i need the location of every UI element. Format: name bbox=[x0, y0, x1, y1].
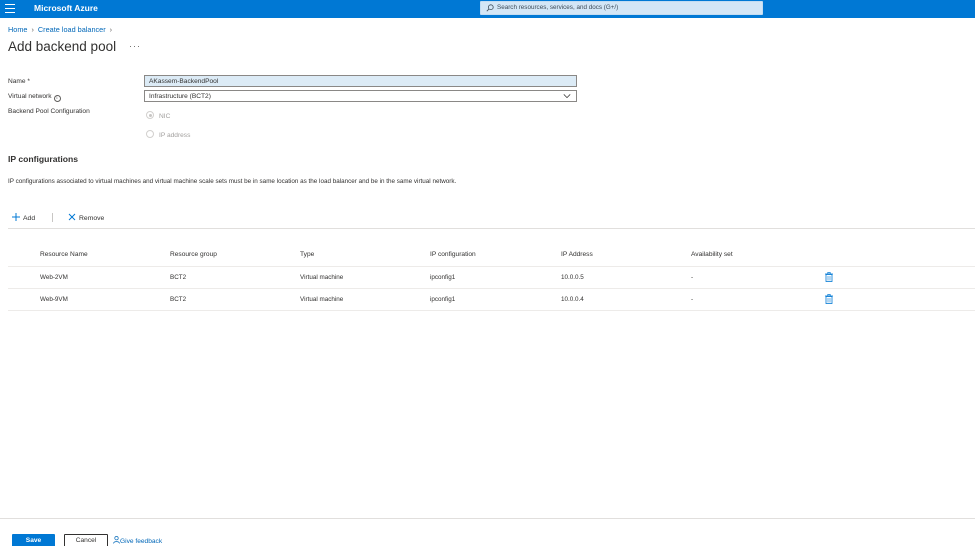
remove-label: Remove bbox=[79, 215, 105, 222]
give-feedback-label: Give feedback bbox=[120, 538, 163, 545]
nic-radio[interactable] bbox=[146, 111, 154, 119]
cell-availability-set: - bbox=[691, 296, 694, 303]
page-title: Add backend pool bbox=[8, 39, 117, 54]
breadcrumb-separator: › bbox=[109, 25, 113, 34]
name-input[interactable]: AKassem-BackendPool bbox=[144, 75, 577, 87]
virtual-network-select[interactable]: Infrastructure (BCT2) bbox=[144, 90, 577, 102]
search-icon bbox=[486, 4, 494, 12]
virtual-network-label-row: Virtual network i bbox=[8, 93, 61, 102]
backend-pool-config-label: Backend Pool Configuration bbox=[8, 108, 90, 115]
footer-divider bbox=[0, 518, 975, 519]
global-search-input[interactable]: Search resources, services, and docs (G+… bbox=[480, 1, 763, 15]
cell-resource-group: BCT2 bbox=[170, 274, 187, 281]
breadcrumb: Home › Create load balancer › bbox=[8, 25, 116, 34]
name-label: Name * bbox=[8, 78, 30, 85]
cell-resource-name: Web-9VM bbox=[40, 296, 68, 303]
cell-resource-group: BCT2 bbox=[170, 296, 187, 303]
cancel-button[interactable]: Cancel bbox=[64, 534, 108, 546]
ip-configurations-heading: IP configurations bbox=[8, 154, 79, 164]
save-button[interactable]: Save bbox=[12, 534, 55, 546]
table-header-row bbox=[8, 244, 975, 267]
info-icon[interactable]: i bbox=[53, 95, 61, 102]
breadcrumb-home[interactable]: Home bbox=[8, 25, 27, 34]
virtual-network-label: Virtual network bbox=[8, 93, 52, 100]
brand-label[interactable]: Microsoft Azure bbox=[34, 3, 98, 13]
cell-ip-configuration: ipconfig1 bbox=[430, 296, 456, 303]
close-icon bbox=[68, 213, 76, 221]
add-icon bbox=[12, 213, 20, 221]
table-row[interactable]: Web-9VM BCT2 Virtual machine ipconfig1 1… bbox=[8, 289, 975, 311]
more-options-button[interactable]: ··· bbox=[129, 41, 141, 51]
breadcrumb-separator: › bbox=[31, 25, 34, 34]
ip-address-radio[interactable] bbox=[146, 130, 154, 138]
cell-ip-configuration: ipconfig1 bbox=[430, 274, 456, 281]
cell-availability-set: - bbox=[691, 274, 694, 281]
grid-divider bbox=[8, 228, 975, 229]
ip-configurations-description: IP configurations associated to virtual … bbox=[8, 178, 457, 185]
hamburger-menu-icon[interactable] bbox=[5, 4, 15, 13]
nic-radio-label: NIC bbox=[159, 113, 171, 120]
cell-resource-name: Web-2VM bbox=[40, 274, 68, 281]
cell-type: Virtual machine bbox=[300, 274, 344, 281]
command-divider bbox=[52, 213, 53, 222]
remove-button[interactable]: Remove bbox=[68, 213, 104, 222]
delete-row-icon[interactable] bbox=[825, 272, 833, 282]
table-row[interactable]: Web-2VM BCT2 Virtual machine ipconfig1 1… bbox=[8, 267, 975, 289]
delete-row-icon[interactable] bbox=[825, 294, 833, 304]
feedback-person-icon bbox=[113, 536, 120, 544]
ip-address-radio-label: IP address bbox=[159, 132, 191, 139]
search-placeholder: Search resources, services, and docs (G+… bbox=[497, 4, 619, 11]
top-nav-bar: Microsoft Azure Search resources, servic… bbox=[0, 0, 975, 18]
chevron-down-icon bbox=[563, 94, 571, 99]
breadcrumb-create-load-balancer[interactable]: Create load balancer bbox=[38, 25, 106, 34]
add-button[interactable]: Add bbox=[12, 213, 35, 222]
virtual-network-value: Infrastructure (BCT2) bbox=[149, 93, 211, 100]
cell-ip-address: 10.0.0.4 bbox=[561, 296, 584, 303]
cell-type: Virtual machine bbox=[300, 296, 344, 303]
give-feedback-link[interactable]: Give feedback bbox=[113, 536, 162, 545]
cell-ip-address: 10.0.0.5 bbox=[561, 274, 584, 281]
add-label: Add bbox=[23, 215, 36, 222]
